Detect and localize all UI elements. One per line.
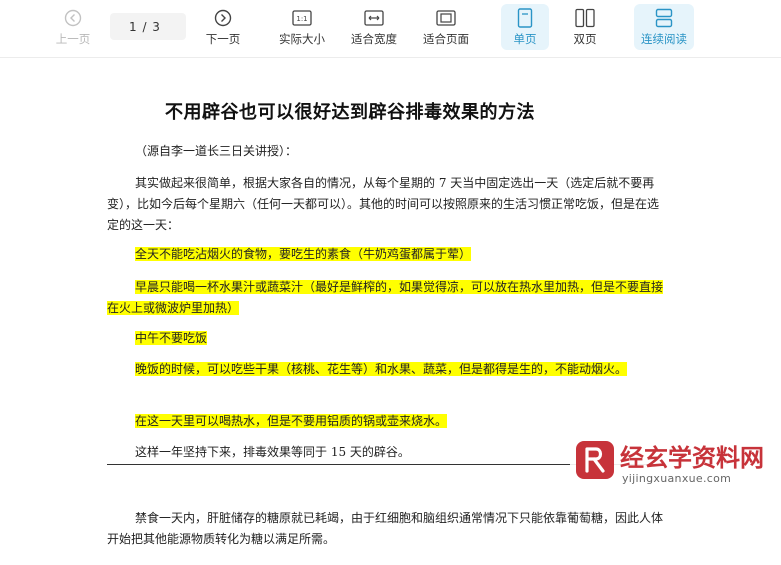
page-number-input[interactable]: 1 / 3 (110, 13, 186, 40)
highlighted-text: 中午不要吃饭 (135, 331, 208, 345)
document-title: 不用辟谷也可以很好达到辟谷排毒效果的方法 (165, 102, 535, 123)
highlighted-text: 全天不能吃沾烟火的食物，要吃生的素食（牛奶鸡蛋都属于荤） (135, 247, 472, 261)
watermark-title: 经玄学资料网 (620, 444, 764, 472)
continuous-reading-label: 连续阅读 (641, 32, 687, 46)
prev-page-button[interactable]: 上一页 (50, 4, 96, 50)
next-page-label: 下一页 (205, 32, 241, 46)
fit-width-button[interactable]: 适合宽度 (346, 4, 402, 50)
highlighted-text: 晚饭的时候，可以吃些干果（核桃、花生等）和水果、蔬菜，但是都得是生的，不能动烟火… (135, 362, 628, 376)
continuous-reading-button[interactable]: 连续阅读 (634, 4, 694, 50)
intro-paragraph: 其实做起来很简单，根据大家各自的情况，从每个星期的 7 天当中固定选出一天（选定… (107, 176, 660, 232)
chevron-left-circle-icon (64, 7, 82, 29)
chevron-right-circle-icon (214, 7, 232, 29)
watermark-logo-icon (574, 439, 616, 481)
double-page-button[interactable]: 双页 (562, 4, 608, 50)
rule-item: 在这一天里可以喝热水，但是不要用铝质的锅或壶来烧水。 (107, 411, 667, 432)
fit-page-icon (436, 7, 456, 29)
svg-text:1:1: 1:1 (296, 15, 307, 23)
rule-item: 晚饭的时候，可以吃些干果（核桃、花生等）和水果、蔬菜，但是都得是生的，不能动烟火… (107, 359, 667, 380)
glycogen-paragraph: 禁食一天内，肝脏储存的糖原就已耗竭，由于红细胞和脑组织通常情况下只能依靠葡萄糖，… (107, 511, 664, 546)
single-page-icon (517, 7, 533, 29)
highlighted-text: 在这一天里可以喝热水，但是不要用铝质的锅或壶来烧水。 (135, 414, 448, 428)
prev-page-label: 上一页 (55, 32, 91, 46)
fit-page-button[interactable]: 适合页面 (418, 4, 474, 50)
reader-toolbar: 上一页 1 / 3 下一页 1:1 实际大小 适合宽度 适合页面 单页 双页 连… (0, 0, 781, 58)
double-page-label: 双页 (573, 32, 597, 46)
actual-size-icon: 1:1 (292, 7, 312, 29)
single-page-button[interactable]: 单页 (501, 4, 549, 50)
rule-item: 早晨只能喝一杯水果汁或蔬菜汁（最好是鲜榨的，如果觉得凉，可以放在热水里加热，但是… (107, 277, 667, 319)
source-note: （源自李一道长三日关讲授）： (135, 144, 298, 158)
next-page-button[interactable]: 下一页 (200, 4, 246, 50)
site-watermark: 经玄学资料网 yijingxuanxue.com (570, 437, 781, 497)
actual-size-label: 实际大小 (279, 32, 325, 46)
highlighted-text: 早晨只能喝一杯水果汁或蔬菜汁（最好是鲜榨的，如果觉得凉，可以放在热水里加热，但是… (107, 280, 664, 315)
single-page-label: 单页 (513, 32, 537, 46)
rule-item: 全天不能吃沾烟火的食物，要吃生的素食（牛奶鸡蛋都属于荤） (107, 244, 667, 265)
fit-width-label: 适合宽度 (351, 32, 397, 46)
actual-size-button[interactable]: 1:1 实际大小 (274, 4, 330, 50)
watermark-url: yijingxuanxue.com (622, 472, 732, 485)
fit-width-icon (364, 7, 384, 29)
continuous-reading-icon (655, 7, 673, 29)
double-page-icon (575, 7, 595, 29)
fit-page-label: 适合页面 (423, 32, 469, 46)
rule-item: 中午不要吃饭 (107, 328, 667, 349)
